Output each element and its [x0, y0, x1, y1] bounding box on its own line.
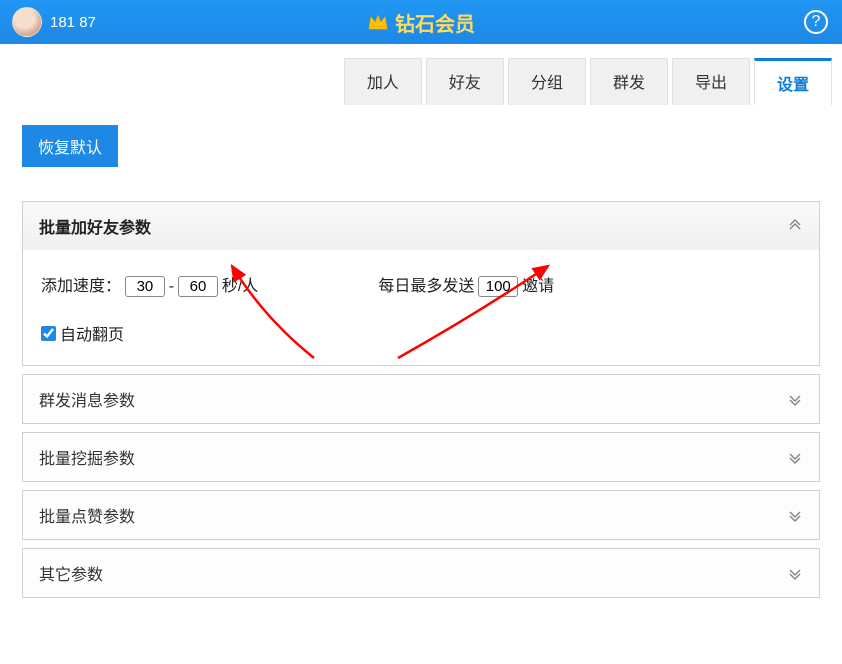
- tab-settings[interactable]: 设置: [754, 58, 832, 105]
- tab-bar: 加人 好友 分组 群发 导出 设置: [0, 44, 842, 105]
- panel-other: 其它参数: [22, 548, 820, 598]
- panel-title: 批量加好友参数: [39, 214, 151, 238]
- chevron-down-icon: [787, 507, 803, 523]
- chevron-down-icon: [787, 565, 803, 581]
- settings-row: 添加速度： - 秒/人 每日最多发送 邀请: [41, 272, 801, 297]
- daily-max-group: 每日最多发送 邀请: [378, 272, 554, 297]
- panel-title: 群发消息参数: [39, 387, 135, 411]
- panel-header-batch-like[interactable]: 批量点赞参数: [23, 491, 819, 539]
- panel-header-batch-add-friends[interactable]: 批量加好友参数: [23, 202, 819, 250]
- avatar[interactable]: [12, 7, 42, 37]
- panel-title: 批量挖掘参数: [39, 445, 135, 469]
- accordion: 批量加好友参数 添加速度： - 秒/人 每日最多发送 邀请: [22, 201, 820, 598]
- add-speed-group: 添加速度： - 秒/人: [41, 272, 258, 297]
- panel-header-broadcast-message[interactable]: 群发消息参数: [23, 375, 819, 423]
- panel-batch-add-friends: 批量加好友参数 添加速度： - 秒/人 每日最多发送 邀请: [22, 201, 820, 366]
- tab-broadcast[interactable]: 群发: [590, 58, 668, 105]
- panel-batch-mining: 批量挖掘参数: [22, 432, 820, 482]
- tab-groups[interactable]: 分组: [508, 58, 586, 105]
- content-area: 恢复默认 批量加好友参数 添加速度： - 秒/人 每日最多发送: [0, 105, 842, 626]
- membership-text: 钻石会员: [395, 8, 475, 37]
- chevron-up-icon: [787, 218, 803, 234]
- app-header: 181 87 钻石会员 ?: [0, 0, 842, 44]
- tab-export[interactable]: 导出: [672, 58, 750, 105]
- restore-defaults-button[interactable]: 恢复默认: [22, 125, 118, 167]
- panel-title: 批量点赞参数: [39, 503, 135, 527]
- membership-title: 钻石会员: [367, 8, 475, 37]
- panel-header-batch-mining[interactable]: 批量挖掘参数: [23, 433, 819, 481]
- panel-title: 其它参数: [39, 561, 103, 585]
- panel-header-other[interactable]: 其它参数: [23, 549, 819, 597]
- chevron-down-icon: [787, 391, 803, 407]
- daily-max-input[interactable]: [478, 276, 518, 297]
- dash: -: [169, 278, 174, 295]
- add-speed-label: 添加速度：: [41, 278, 121, 295]
- auto-flip-checkbox[interactable]: [41, 326, 56, 341]
- speed-max-input[interactable]: [178, 276, 218, 297]
- tab-add-people[interactable]: 加人: [344, 58, 422, 105]
- chevron-down-icon: [787, 449, 803, 465]
- crown-icon: [367, 13, 389, 31]
- daily-suffix: 邀请: [522, 278, 554, 295]
- auto-flip-row: 自动翻页: [41, 321, 801, 345]
- tab-friends[interactable]: 好友: [426, 58, 504, 105]
- auto-flip-label: 自动翻页: [60, 321, 124, 345]
- phone-label: 181 87: [50, 14, 96, 31]
- panel-broadcast-message: 群发消息参数: [22, 374, 820, 424]
- panel-body-batch-add-friends: 添加速度： - 秒/人 每日最多发送 邀请 自动翻页: [23, 250, 819, 365]
- help-icon[interactable]: ?: [804, 10, 828, 34]
- panel-batch-like: 批量点赞参数: [22, 490, 820, 540]
- speed-min-input[interactable]: [125, 276, 165, 297]
- daily-prefix: 每日最多发送: [378, 278, 474, 295]
- speed-unit: 秒/人: [222, 278, 258, 295]
